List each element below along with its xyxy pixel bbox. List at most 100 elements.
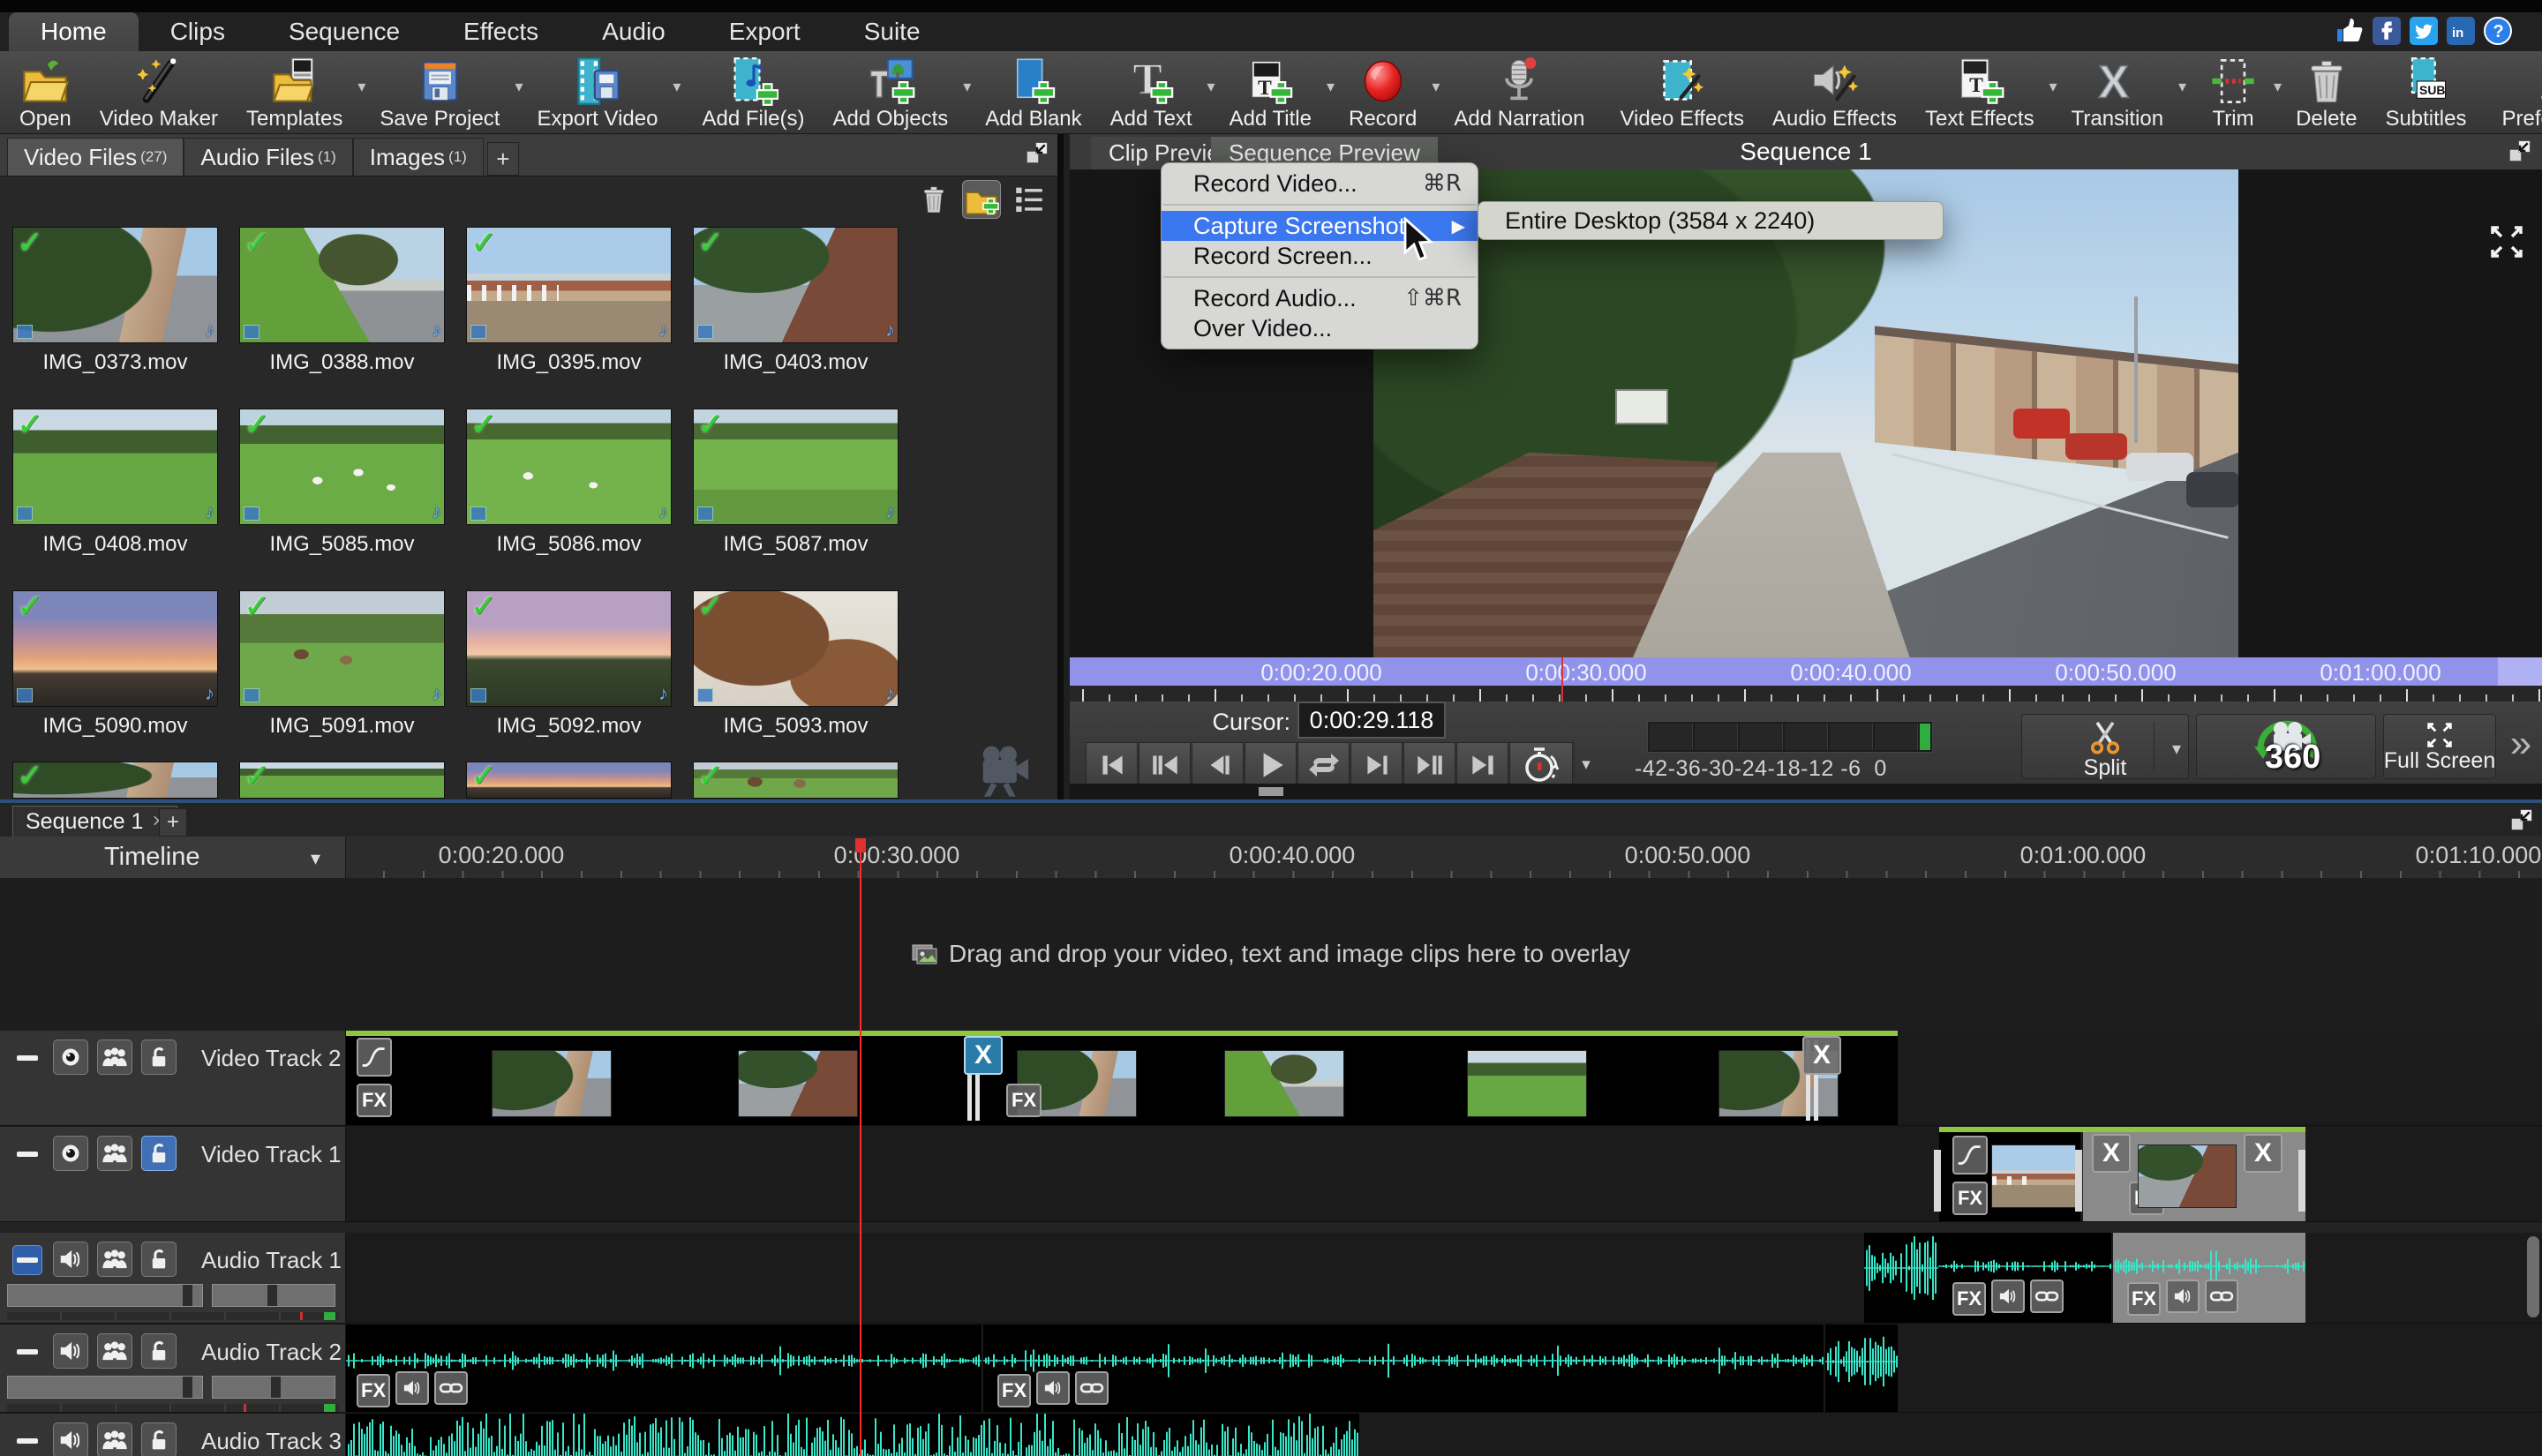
file-thumbnail-partial[interactable]: ✓ [239, 762, 445, 799]
link-clip-button[interactable] [434, 1371, 468, 1405]
menu-tab-effects[interactable]: Effects [432, 12, 570, 51]
file-thumbnail[interactable]: ✓♪ [239, 409, 445, 525]
audio-clip-selected[interactable]: FX [2113, 1233, 2305, 1323]
file-thumbnail-partial[interactable]: ✓ [693, 762, 899, 799]
audio-clip[interactable]: FX [983, 1325, 1824, 1412]
go-to-end-button[interactable] [1456, 742, 1508, 788]
media-file-item[interactable]: ✓♪IMG_0388.mov [239, 227, 445, 375]
file-thumbnail-partial[interactable]: ✓ [466, 762, 672, 799]
menu-item-record-video[interactable]: Record Video...⌘R [1162, 169, 1478, 199]
mode-360-button[interactable]: 360 [2196, 714, 2376, 779]
fx-badge[interactable]: FX [1952, 1282, 1986, 1316]
chevron-down-icon[interactable]: ▾ [963, 78, 971, 96]
delete-file-button[interactable] [914, 180, 953, 219]
file-thumbnail[interactable]: ✓♪ [693, 409, 899, 525]
popout-icon[interactable] [2508, 807, 2535, 833]
fx-badge[interactable]: FX [997, 1374, 1031, 1407]
menu-tab-home[interactable]: Home [9, 12, 139, 51]
menu-tab-sequence[interactable]: Sequence [257, 12, 432, 51]
volume-slider[interactable] [7, 1284, 203, 1307]
media-file-item[interactable]: ✓♪IMG_0373.mov [12, 227, 218, 375]
templates-button[interactable]: Templates▾ [232, 51, 365, 133]
add-sequence-button[interactable]: + [159, 808, 187, 837]
help-icon[interactable]: ? [2484, 17, 2512, 45]
transition-marker[interactable]: X [2092, 1134, 2131, 1173]
popout-icon[interactable] [1024, 139, 1050, 166]
transition-marker-active[interactable]: X [964, 1036, 1003, 1075]
preview-scrubber[interactable]: 0:00:20.0000:00:30.0000:00:40.0000:00:50… [1070, 657, 2542, 686]
file-thumbnail[interactable]: ✓♪ [466, 590, 672, 707]
save-project-button[interactable]: Save Project▾ [365, 51, 523, 133]
video-maker-button[interactable]: Video Maker [86, 51, 232, 133]
track-group-button[interactable] [97, 1422, 132, 1456]
media-file-item[interactable]: ✓♪IMG_5092.mov [466, 590, 672, 739]
go-to-start-button[interactable] [1086, 742, 1138, 788]
media-tab-audio-files[interactable]: Audio Files(1) [184, 138, 352, 176]
file-thumbnail[interactable]: ✓♪ [12, 227, 218, 343]
chevron-down-icon[interactable]: ▾ [515, 78, 523, 96]
media-file-item[interactable]: ✓♪IMG_0403.mov [693, 227, 899, 375]
menu-tab-export[interactable]: Export [697, 12, 832, 51]
track-lock-button-active[interactable] [141, 1136, 177, 1171]
transition-marker[interactable]: X [2244, 1134, 2283, 1173]
file-thumbnail[interactable]: ✓♪ [239, 227, 445, 343]
file-thumbnail[interactable]: ✓♪ [466, 227, 672, 343]
fade-curve-button[interactable] [1952, 1136, 1988, 1175]
mute-track-button[interactable] [12, 1426, 42, 1456]
fx-badge[interactable]: FX [357, 1374, 390, 1407]
file-thumbnail[interactable]: ✓♪ [12, 409, 218, 525]
chevron-down-icon[interactable]: ▾ [2274, 78, 2282, 96]
track-group-button[interactable] [97, 1242, 132, 1277]
chevron-down-icon[interactable]: ▾ [1432, 78, 1440, 96]
track-group-button[interactable] [97, 1333, 132, 1369]
link-clip-button[interactable] [2205, 1280, 2238, 1313]
media-file-item[interactable]: ✓♪IMG_5093.mov [693, 590, 899, 739]
clip-volume-button[interactable] [395, 1371, 429, 1405]
split-dropdown[interactable]: ▾ [2172, 738, 2181, 760]
media-file-item[interactable]: ✓♪IMG_0408.mov [12, 409, 218, 557]
track-lock-button[interactable] [141, 1242, 177, 1277]
subtitles-button[interactable]: SUBSubtitles [2371, 51, 2480, 133]
step-back-button[interactable] [1192, 742, 1244, 788]
file-thumbnail[interactable]: ✓♪ [693, 590, 899, 707]
file-thumbnail[interactable]: ✓♪ [239, 590, 445, 707]
chevron-down-icon[interactable]: ▾ [1207, 78, 1215, 96]
clip-edge-handle[interactable] [2075, 1150, 2082, 1212]
add-text-button[interactable]: TAdd Text▾ [1096, 51, 1215, 133]
timer-dropdown[interactable]: ▾ [1574, 742, 1598, 786]
facebook-icon[interactable] [2373, 17, 2401, 45]
twitter-icon[interactable] [2410, 17, 2438, 45]
play-button[interactable] [1245, 742, 1297, 788]
audio-clip[interactable] [346, 1414, 1359, 1456]
text-effects-button[interactable]: TText Effects▾ [1911, 51, 2057, 133]
file-thumbnail[interactable]: ✓♪ [12, 590, 218, 707]
mute-track-button[interactable] [12, 1337, 42, 1367]
open-button[interactable]: Open [5, 51, 86, 133]
delete-button[interactable]: Delete [2282, 51, 2371, 133]
chevron-down-icon[interactable]: ▾ [673, 78, 681, 96]
file-thumbnail-partial[interactable]: ✓ [12, 762, 218, 799]
pan-slider[interactable] [212, 1284, 335, 1307]
record-timer-button[interactable] [1509, 742, 1573, 788]
transition-marker[interactable]: X [1802, 1036, 1841, 1075]
add-file-button[interactable] [962, 180, 1001, 219]
fx-badge[interactable]: FX [1006, 1084, 1042, 1117]
capture-screenshot-submenu[interactable]: Entire Desktop (3584 x 2240) [1478, 201, 1944, 240]
file-thumbnail[interactable]: ✓♪ [466, 409, 672, 525]
file-thumbnail[interactable]: ✓♪ [693, 227, 899, 343]
track-audio-button[interactable] [53, 1422, 88, 1456]
chevron-down-icon[interactable]: ▾ [1327, 78, 1335, 96]
track-audio-button[interactable] [53, 1242, 88, 1277]
cursor-time-field[interactable]: 0:00:29.118 [1297, 702, 1446, 739]
split-button[interactable]: Split ▾ [2021, 714, 2189, 779]
video-effects-button[interactable]: Video Effects [1606, 51, 1758, 133]
step-forward-button[interactable] [1350, 742, 1403, 788]
add-title-button[interactable]: TAdd Title▾ [1215, 51, 1335, 133]
previous-clip-button[interactable] [1139, 742, 1191, 788]
fullscreen-button[interactable]: Full Screen [2383, 714, 2496, 779]
audio-clip[interactable] [1825, 1325, 1898, 1412]
list-view-button[interactable] [1010, 180, 1049, 219]
track-audio-button[interactable] [53, 1333, 88, 1369]
overlay-drop-zone[interactable]: Drag and drop your video, text and image… [0, 878, 2542, 1032]
chevron-down-icon[interactable]: ▾ [2049, 78, 2057, 96]
